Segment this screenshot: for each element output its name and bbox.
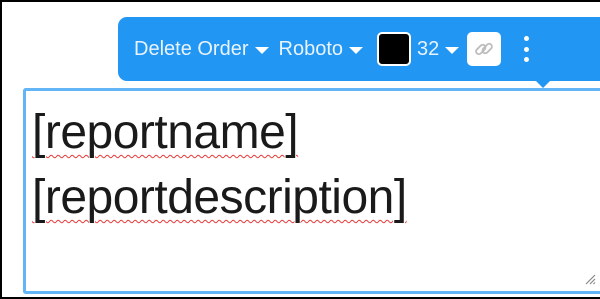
dialog-frame-top [0, 0, 600, 2]
order-dropdown[interactable]: Delete Order [134, 38, 269, 61]
chevron-down-icon [349, 46, 363, 54]
text-color-swatch[interactable] [377, 32, 411, 66]
text-format-toolbar: Delete Order Roboto 32 [118, 17, 600, 81]
font-size-dropdown[interactable]: 32 [417, 37, 460, 61]
more-options-button[interactable] [521, 32, 531, 66]
link-button[interactable] [467, 32, 502, 66]
report-name-text[interactable]: [reportname] [32, 105, 299, 160]
font-family-dropdown[interactable]: Roboto [278, 37, 363, 61]
chevron-down-icon [445, 46, 460, 54]
resize-handle-icon[interactable] [584, 273, 596, 285]
report-description-text[interactable]: [reportdescription] [32, 170, 407, 225]
chevron-down-icon [254, 46, 269, 54]
text-editor-box[interactable]: [reportname] [reportdescription] [23, 88, 600, 294]
font-family-label: Roboto [278, 37, 344, 60]
more-vertical-icon [523, 36, 529, 41]
dialog-frame-left [0, 0, 2, 299]
toolbar-pointer [535, 80, 551, 88]
link-icon [475, 42, 494, 56]
order-dropdown-label: Delete Order [134, 37, 249, 60]
font-size-label: 32 [417, 37, 440, 60]
